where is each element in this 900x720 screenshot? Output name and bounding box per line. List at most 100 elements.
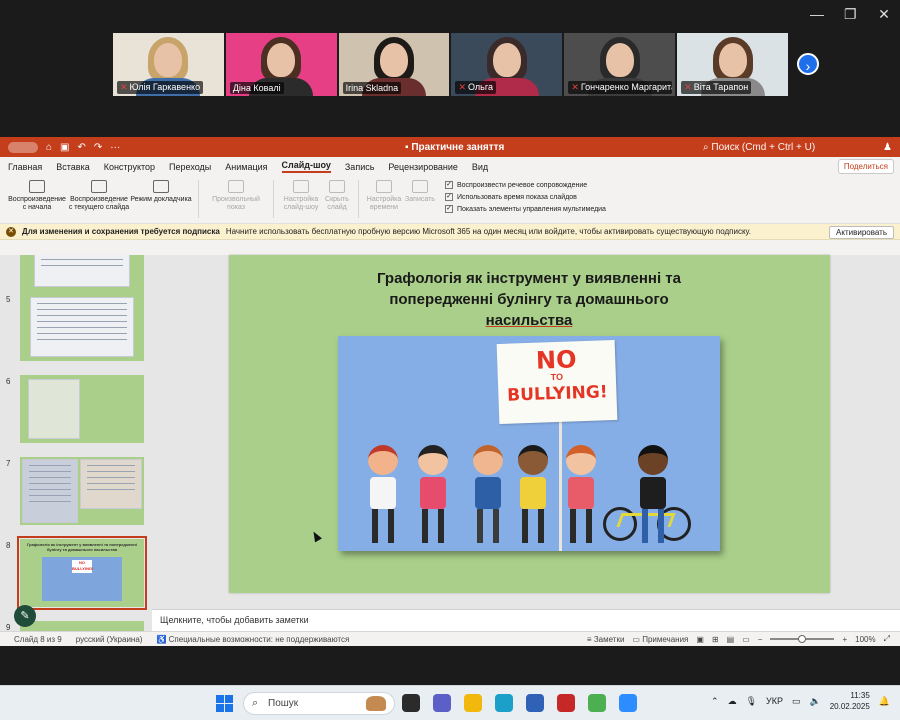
play-from-current-button[interactable]: Воспроизведение с текущего слайда	[68, 180, 130, 212]
slide-number: 8	[6, 541, 11, 550]
ribbon: Воспроизведение с начала Воспроизведение…	[0, 176, 900, 224]
slideshow-view-icon[interactable]: ▭	[742, 635, 750, 644]
zoom-level[interactable]: 100%	[855, 635, 875, 644]
profile-icon[interactable]: ♟	[883, 142, 892, 153]
slide-thumbnail-7[interactable]: 7	[6, 457, 144, 525]
chevron-up-icon[interactable]: ⌃	[711, 696, 719, 707]
slide-sorter-icon[interactable]: ⊞	[712, 635, 719, 644]
slide-thumbnail-4[interactable]	[20, 255, 144, 293]
restore-icon[interactable]: ❐	[844, 6, 857, 23]
child-figure	[566, 445, 596, 543]
cloud-icon[interactable]: ☁	[728, 696, 737, 707]
notes-toggle[interactable]: ≡ Заметки	[587, 635, 625, 644]
normal-view-icon[interactable]: ▣	[696, 635, 704, 644]
clock-time: 11:35	[850, 691, 870, 700]
participant-tile[interactable]: Irina Skladna	[338, 33, 450, 96]
next-participants-button[interactable]: ›	[797, 53, 819, 75]
zoom-slider[interactable]	[770, 635, 835, 643]
close-icon[interactable]: ✕	[878, 6, 890, 23]
participant-tile[interactable]: Діна Ковалі	[225, 33, 337, 96]
accessibility-status[interactable]: ♿ Специальные возможности: не поддержива…	[156, 635, 349, 644]
chrome-icon[interactable]	[588, 694, 606, 712]
explorer-icon[interactable]	[464, 694, 482, 712]
pen-icon[interactable]: ✎	[14, 605, 36, 627]
reading-view-icon[interactable]: ▤	[727, 635, 735, 644]
muted-mic-icon: ✕	[684, 82, 692, 92]
child-figure	[418, 445, 448, 543]
search-icon: ⌕	[252, 697, 259, 709]
slideshow-current-icon	[91, 180, 107, 193]
menu-tab[interactable]: Слайд-шоу	[281, 160, 331, 173]
mail-icon[interactable]	[557, 694, 575, 712]
menu-tab[interactable]: Переходы	[169, 162, 211, 172]
clock[interactable]: 11:35 20.02.2025	[830, 690, 870, 712]
slide-thumbnails-pane: 5 6 7 8 Графологія як інструмент у виявл…	[0, 255, 152, 631]
menu-tab[interactable]: Главная	[8, 162, 42, 172]
menu-tab[interactable]: Вставка	[56, 162, 89, 172]
undo-icon[interactable]: ↶	[78, 142, 86, 153]
share-button[interactable]: Поделиться	[837, 159, 894, 174]
setup-slideshow-button[interactable]: Настройка слайд-шоу	[280, 180, 322, 212]
custom-show-button[interactable]: Произвольный показ	[205, 180, 267, 212]
redo-icon[interactable]: ↷	[94, 142, 102, 153]
document-title: ▪ Практичне заняття	[405, 141, 505, 153]
ribbon-separator	[358, 180, 359, 218]
menu-tab[interactable]: Анимация	[225, 162, 267, 172]
notes-pane[interactable]: Щелкните, чтобы добавить заметки	[152, 609, 900, 631]
edge-icon[interactable]	[495, 694, 513, 712]
zoom-in-icon[interactable]: +	[842, 635, 847, 644]
minimize-icon[interactable]: —	[810, 6, 824, 23]
slide-number: 6	[6, 377, 11, 386]
language-status[interactable]: русский (Украина)	[76, 635, 143, 644]
zoom-slider-thumb[interactable]	[798, 635, 807, 643]
rehearse-timings-button[interactable]: Настройка времени	[365, 180, 403, 212]
fit-to-window-icon[interactable]: ⤢	[884, 634, 890, 644]
language-indicator[interactable]: УКР	[766, 696, 783, 706]
menu-tab[interactable]: Вид	[472, 162, 488, 172]
chat-icon[interactable]	[433, 694, 451, 712]
comments-toggle[interactable]: ▭ Примечания	[632, 635, 688, 644]
hide-slide-button[interactable]: Скрыть слайд	[322, 180, 352, 212]
zoom-icon[interactable]	[619, 694, 637, 712]
timings-checkbox[interactable]: ✓ Использовать время показа слайдов	[445, 193, 606, 201]
store-icon[interactable]	[526, 694, 544, 712]
zoom-out-icon[interactable]: −	[758, 635, 763, 644]
current-slide[interactable]: Графологія як інструмент у виявленні та …	[229, 255, 830, 593]
menu-tab[interactable]: Запись	[345, 162, 375, 172]
slide-counter: Слайд 8 из 9	[14, 634, 62, 644]
microphone-icon[interactable]: 🎙	[746, 696, 757, 707]
play-from-start-button[interactable]: Воспроизведение с начала	[6, 180, 68, 212]
dismiss-icon[interactable]: ✕	[6, 226, 16, 237]
slide-thumbnail-6[interactable]: 6	[6, 375, 144, 443]
activate-button[interactable]: Активировать	[829, 226, 894, 239]
search-box[interactable]: ⌕ Поиск (Cmd + Ctrl + U)	[703, 142, 815, 153]
participant-tile[interactable]: ✕ Юлія Гаркавенко	[113, 33, 224, 96]
slide-thumbnail-8[interactable]: 8 Графологія як інструмент у виявленні т…	[6, 536, 147, 610]
thumbnail-content	[80, 459, 142, 509]
setup-icon	[293, 180, 309, 193]
slide-thumbnail-5[interactable]: 5	[6, 293, 144, 361]
presenter-view-button[interactable]: Режим докладчика	[130, 180, 192, 204]
display-icon[interactable]: ▭	[792, 696, 801, 707]
record-button[interactable]: Записать	[403, 180, 437, 204]
volume-icon[interactable]: 🔈	[810, 696, 821, 707]
notification-bell-icon[interactable]: 🔔	[879, 696, 890, 707]
task-view-icon[interactable]	[402, 694, 420, 712]
menu-tab[interactable]: Конструктор	[104, 162, 155, 172]
media-controls-checkbox[interactable]: ✓ Показать элементы управления мультимеди…	[445, 205, 606, 213]
more-icon[interactable]: ···	[110, 142, 120, 153]
menu-tab[interactable]: Рецензирование	[388, 162, 458, 172]
participant-tile[interactable]: ✕ Ольга	[451, 33, 563, 96]
taskbar-search[interactable]: ⌕ Пошук	[243, 692, 395, 715]
child-figure	[638, 445, 668, 543]
status-bar: Слайд 8 из 9 русский (Украина) ♿ Специал…	[0, 631, 900, 646]
home-icon[interactable]: ⌂	[46, 142, 52, 153]
sidebar-toggle[interactable]	[8, 141, 38, 153]
slide-title: Графологія як інструмент у виявленні та …	[329, 268, 729, 331]
narration-checkbox[interactable]: ✓ Воспроизвести речевое сопровождение	[445, 181, 606, 189]
participant-tile[interactable]: ✕ Віта Тарапон	[677, 33, 788, 96]
participant-tile[interactable]: ✕ Гончаренко Маргарита	[564, 33, 676, 96]
windows-start-icon[interactable]	[216, 695, 233, 712]
slide-thumbnail-9[interactable]: 9	[6, 621, 144, 631]
save-icon[interactable]: ▣	[60, 142, 69, 153]
